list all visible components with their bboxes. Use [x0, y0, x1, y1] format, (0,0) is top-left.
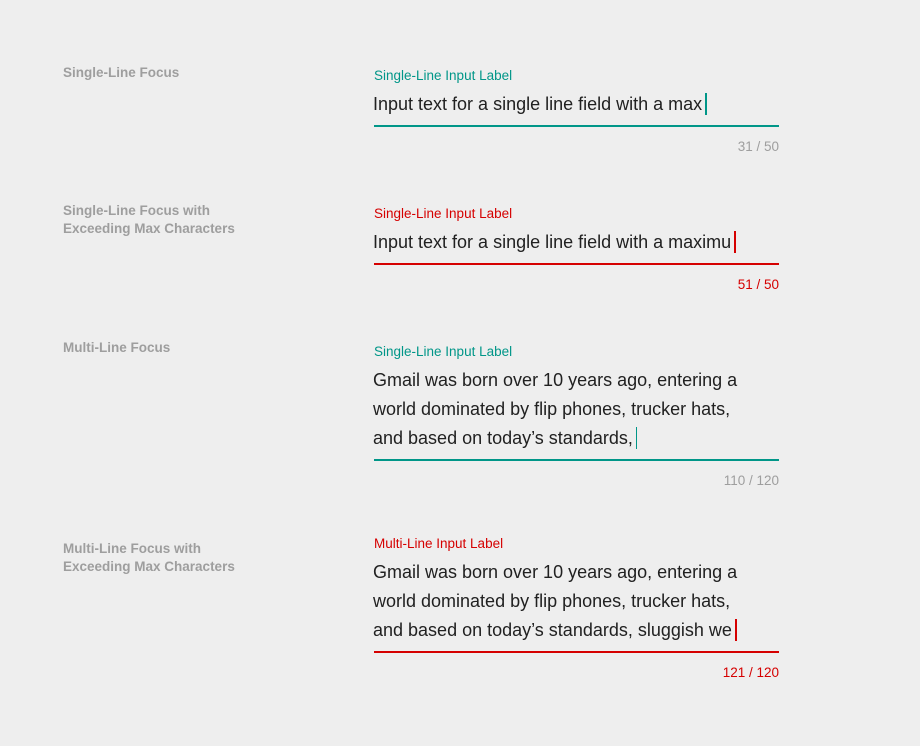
input-line: Input text for a single line field with … [373, 228, 736, 257]
text-field-single-line-error[interactable]: Single-Line Input Label Input text for a… [373, 206, 779, 296]
input-text[interactable]: Input text for a single line field with … [373, 90, 707, 119]
input-line: world dominated by flip phones, trucker … [373, 591, 731, 611]
input-line: Input text for a single line field with … [373, 90, 707, 119]
input-line: world dominated by flip phones, trucker … [373, 399, 731, 419]
text-cursor [635, 427, 638, 449]
field-underline [374, 651, 779, 653]
character-counter: 110 / 120 [723, 473, 779, 488]
row-caption-multi-line-exceeding: Multi-Line Focus with Exceeding Max Char… [63, 541, 235, 574]
input-text[interactable]: Gmail was born over 10 years ago, enteri… [373, 558, 737, 645]
field-underline [374, 125, 779, 127]
text-field-multi-line-focus[interactable]: Single-Line Input Label Gmail was born o… [373, 344, 779, 494]
field-label: Multi-Line Input Label [374, 536, 504, 551]
character-counter: 121 / 120 [722, 665, 779, 680]
text-cursor [734, 619, 737, 641]
text-cursor [705, 93, 707, 115]
input-text[interactable]: Gmail was born over 10 years ago, enteri… [373, 366, 737, 453]
row-caption-single-line-exceeding: Single-Line Focus with Exceeding Max Cha… [63, 203, 235, 236]
field-underline [374, 459, 779, 461]
input-text[interactable]: Input text for a single line field with … [373, 228, 736, 257]
row-caption-single-line-focus: Single-Line Focus [63, 65, 180, 80]
character-counter: 51 / 50 [737, 277, 779, 292]
character-counter: 31 / 50 [737, 139, 779, 154]
input-line: Gmail was born over 10 years ago, enteri… [373, 562, 738, 582]
text-field-multi-line-error[interactable]: Multi-Line Input Label Gmail was born ov… [373, 536, 779, 686]
field-label: Single-Line Input Label [374, 344, 513, 359]
text-cursor [734, 231, 736, 253]
row-caption-multi-line-focus: Multi-Line Focus [63, 340, 171, 355]
text-field-single-line-focus[interactable]: Single-Line Input Label Input text for a… [373, 68, 779, 158]
input-line: and based on today’s standards, [373, 424, 737, 453]
field-label: Single-Line Input Label [374, 68, 513, 83]
input-line: Gmail was born over 10 years ago, enteri… [373, 370, 738, 390]
field-underline [374, 263, 779, 265]
field-label: Single-Line Input Label [374, 206, 513, 221]
input-line: and based on today’s standards, sluggish… [373, 616, 737, 645]
